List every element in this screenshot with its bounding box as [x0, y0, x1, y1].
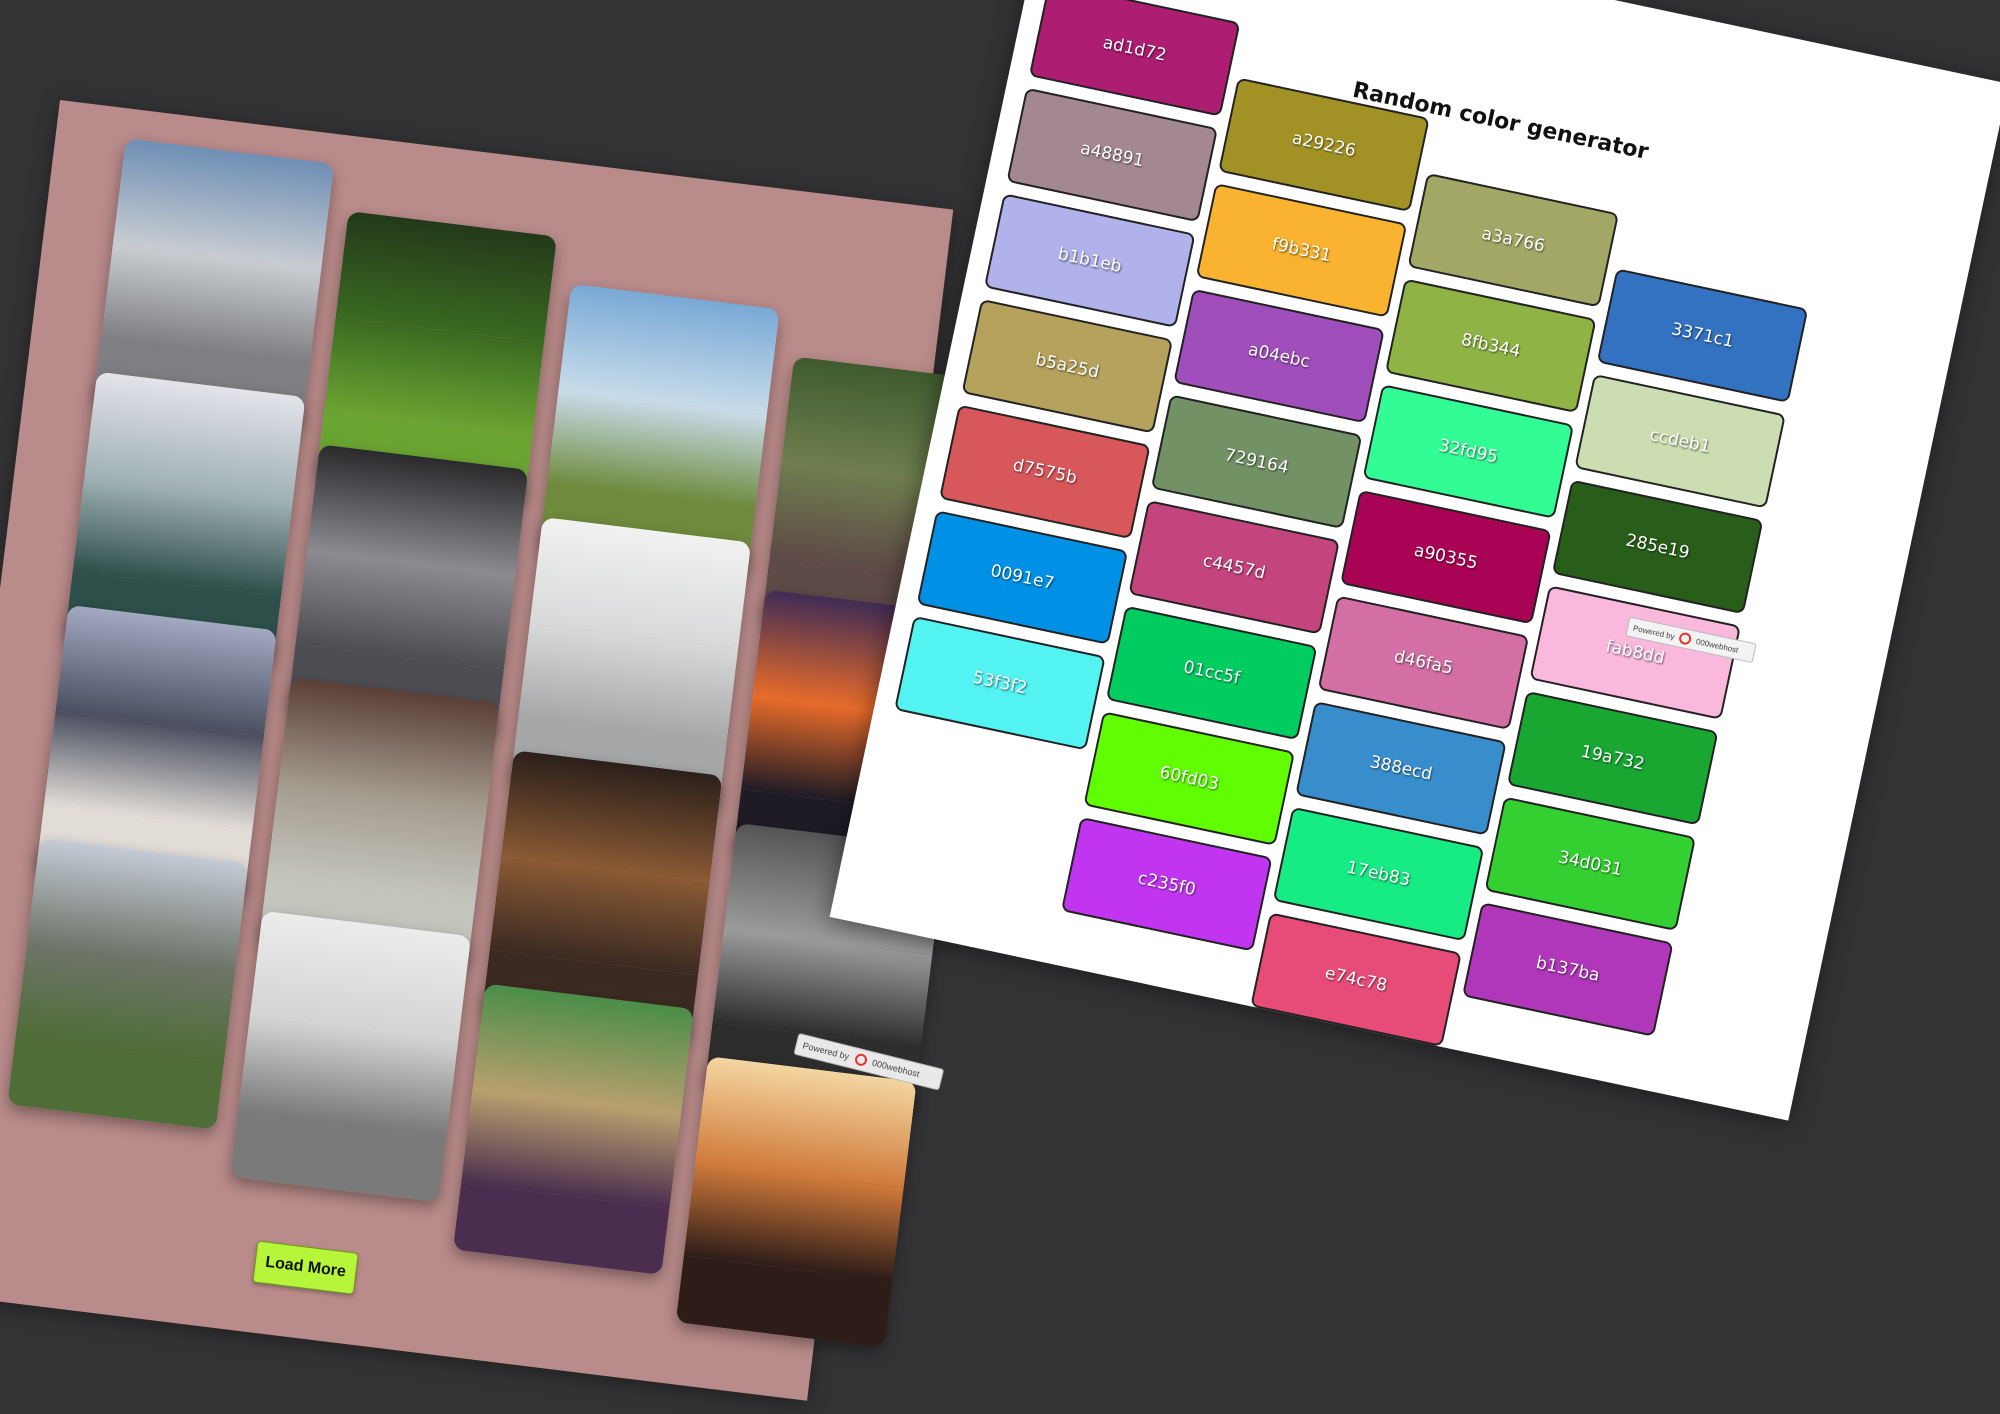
photo-gallery-page: Load More Powered by 000webhost: [0, 100, 1003, 1401]
swatch-hex-label: ad1d72: [1101, 32, 1169, 66]
swatch-hex-label: a48891: [1078, 138, 1146, 172]
swatch-hex-label: 285e19: [1623, 530, 1692, 564]
swatch-hex-label: 19a732: [1579, 741, 1647, 775]
swatch-hex-label: b5a25d: [1033, 349, 1101, 383]
swatch-hex-label: b137ba: [1534, 952, 1602, 986]
swatch-hex-label: 34d031: [1556, 847, 1625, 881]
swatch-hex-label: a29226: [1290, 128, 1358, 162]
swatch-hex-label: b1b1eb: [1056, 244, 1124, 278]
swatch-hex-label: 17eb83: [1344, 857, 1413, 891]
swatch-grid: ad1d72 a29226 a48891 a3a766 f9b331 3371c1 b1b1…: [894, 0, 2000, 1047]
swatch-hex-label: 53f3f2: [970, 667, 1030, 699]
swatch-hex-label: 60fd03: [1157, 762, 1221, 795]
photo-castle[interactable]: [7, 838, 249, 1130]
photo-flatlay-gadgets[interactable]: [230, 910, 472, 1203]
color-generator-page: Random color generator ad1d72 a29226 a4889…: [829, 0, 2000, 1121]
photo-colorful-cafe[interactable]: [452, 983, 694, 1276]
swatch-hex-label: ccdeb1: [1647, 425, 1713, 458]
webhost-logo-icon: [1678, 631, 1693, 646]
swatch-hex-label: c4457d: [1201, 550, 1268, 584]
swatch-hex-label: d46fa5: [1392, 646, 1455, 679]
swatch-hex-label: 32fd95: [1436, 435, 1500, 468]
desktop-background: Load More Powered by 000webhost Random c…: [0, 0, 2000, 1414]
swatch-hex-label: a04ebc: [1246, 339, 1312, 373]
swatch-hex-label: a90355: [1412, 540, 1480, 574]
swatch-hex-label: 0091e7: [988, 561, 1057, 594]
photo-grid: [0, 100, 1003, 1401]
swatch-hex-label: f9b331: [1270, 234, 1333, 267]
webhost-logo-icon: [853, 1052, 868, 1067]
swatch-hex-label: a3a766: [1479, 223, 1547, 257]
powered-by-text: Powered by: [1632, 623, 1676, 641]
swatch-hex-label: 01cc5f: [1181, 657, 1242, 689]
swatch-hex-label: c235f0: [1136, 868, 1198, 901]
swatch-hex-label: 3371c1: [1669, 319, 1736, 353]
host-name: 000webhost: [1695, 636, 1740, 655]
swatch-hex-label: 8fb344: [1459, 329, 1523, 362]
swatch-hex-label: e74c78: [1323, 963, 1389, 996]
photo-train-sunset[interactable]: [675, 1056, 917, 1348]
swatch-hex-label: 388ecd: [1368, 752, 1434, 785]
swatch-hex-label: 729164: [1222, 445, 1291, 479]
swatch-hex-label: d7575b: [1011, 455, 1079, 489]
